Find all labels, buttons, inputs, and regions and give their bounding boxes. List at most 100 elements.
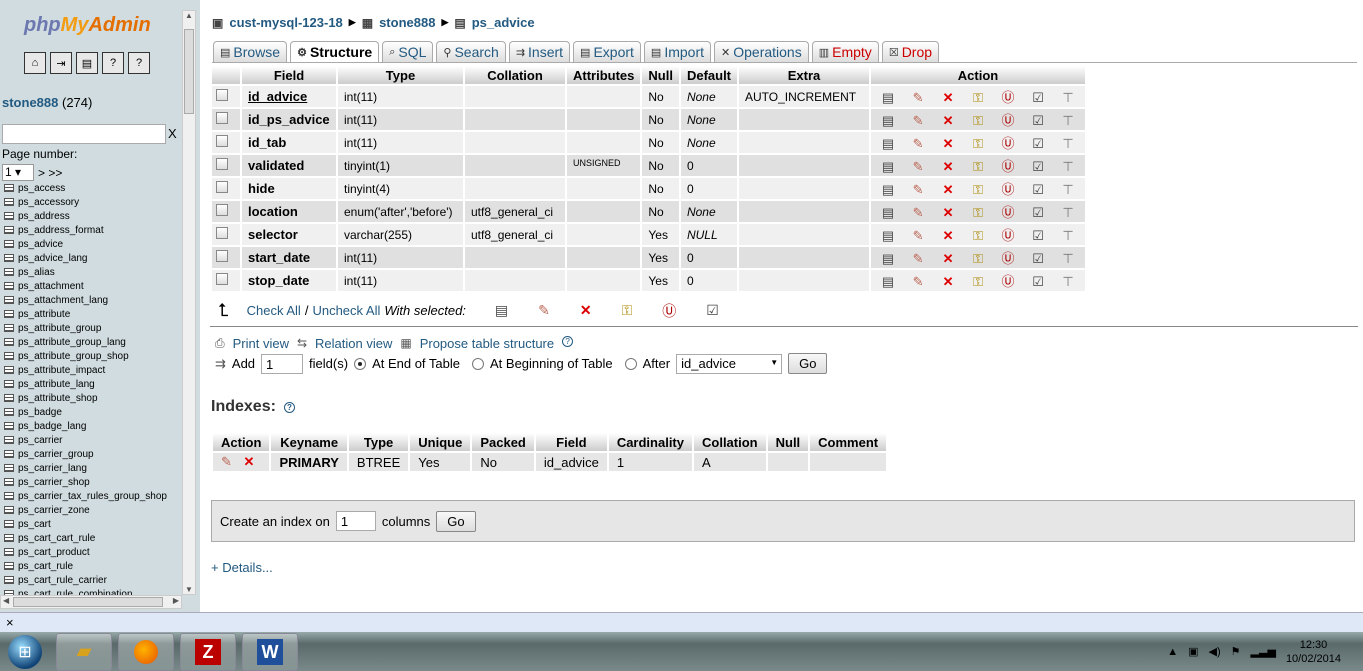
action-center-icon[interactable]: ⚑ — [1231, 645, 1241, 658]
unique-icon[interactable]: Ⓤ — [1000, 156, 1016, 175]
browse-distinct-icon[interactable]: ▤ — [880, 205, 896, 221]
sidebar-table-item[interactable]: ps_alias — [4, 265, 182, 279]
drop-column-icon[interactable]: ✕ — [940, 182, 956, 198]
volume-icon[interactable]: ◀) — [1209, 645, 1221, 658]
sidebar-table-item[interactable]: ps_cart — [4, 517, 182, 531]
database-link[interactable]: stone888 — [2, 95, 58, 110]
help-icon[interactable]: ? — [562, 336, 574, 347]
print-view-link[interactable]: Print view — [233, 336, 289, 351]
field-name[interactable]: location — [242, 201, 336, 222]
sidebar-table-label[interactable]: ps_carrier_tax_rules_group_shop — [18, 491, 167, 502]
header-field[interactable]: Field — [242, 66, 336, 84]
table-icon[interactable] — [4, 380, 14, 388]
breadcrumb-table[interactable]: ps_advice — [472, 15, 535, 30]
index-icon[interactable]: ☑ — [1030, 90, 1046, 106]
tab-drop[interactable]: ☒ Drop — [881, 41, 940, 62]
sidebar-table-label[interactable]: ps_cart_product — [18, 547, 90, 558]
drop-column-icon[interactable]: ✕ — [940, 228, 956, 244]
field-name[interactable]: id_advice — [242, 86, 336, 107]
sidebar-table-item[interactable]: ps_carrier_group — [4, 447, 182, 461]
unique-icon[interactable]: Ⓤ — [1000, 133, 1016, 152]
sidebar-table-label[interactable]: ps_attribute_group — [18, 323, 101, 334]
scrollbar-thumb[interactable] — [184, 29, 194, 114]
details-link[interactable]: + Details... — [211, 560, 273, 575]
end-of-table-label[interactable]: At End of Table — [372, 356, 460, 371]
beginning-of-table-radio[interactable] — [472, 357, 484, 370]
field-name[interactable]: id_ps_advice — [242, 109, 336, 130]
table-icon[interactable] — [4, 198, 14, 206]
sidebar-table-label[interactable]: ps_attachment_lang — [18, 295, 108, 306]
table-icon[interactable] — [4, 534, 14, 542]
primary-key-icon[interactable]: ⚿ — [970, 136, 986, 152]
table-icon[interactable] — [4, 324, 14, 332]
help-icon[interactable]: ? — [128, 52, 150, 74]
sidebar-table-label[interactable]: ps_attribute — [18, 309, 70, 320]
sidebar-table-label[interactable]: ps_attribute_group_shop — [18, 351, 129, 362]
close-icon[interactable]: × — [6, 615, 14, 630]
unique-icon[interactable]: Ⓤ — [1000, 248, 1016, 267]
sidebar-table-label[interactable]: ps_badge_lang — [18, 421, 86, 432]
browse-distinct-icon[interactable]: ▤ — [880, 136, 896, 152]
table-icon[interactable] — [4, 576, 14, 584]
word-taskbar-button[interactable]: W — [242, 632, 298, 671]
sidebar-table-item[interactable]: ps_attachment_lang — [4, 293, 182, 307]
tray-app-icon[interactable]: ▣ — [1188, 645, 1198, 658]
index-icon[interactable]: ☑ — [1030, 205, 1046, 221]
fulltext-icon[interactable]: ⊤ — [1060, 251, 1076, 267]
sidebar-table-item[interactable]: ps_carrier — [4, 433, 182, 447]
fulltext-icon[interactable]: ⊤ — [1060, 113, 1076, 129]
row-checkbox[interactable] — [216, 273, 228, 285]
scrollbar-thumb[interactable] — [13, 597, 163, 607]
sidebar-table-label[interactable]: ps_carrier_lang — [18, 463, 87, 474]
field-name[interactable]: start_date — [242, 247, 336, 268]
change-column-icon[interactable]: ✎ — [910, 228, 926, 244]
sidebar-table-item[interactable]: ps_badge — [4, 405, 182, 419]
index-selected-icon[interactable]: ☑ — [706, 302, 719, 319]
network-icon[interactable]: ▂▃▅ — [1251, 645, 1276, 658]
change-column-icon[interactable]: ✎ — [910, 274, 926, 290]
sidebar-table-item[interactable]: ps_attachment — [4, 279, 182, 293]
primary-key-icon[interactable]: ⚿ — [970, 159, 986, 175]
header-attributes[interactable]: Attributes — [567, 66, 641, 84]
row-checkbox[interactable] — [216, 112, 228, 124]
drop-index-icon[interactable]: ✕ — [244, 454, 255, 469]
sidebar-table-item[interactable]: ps_access — [4, 181, 182, 195]
sidebar-table-label[interactable]: ps_attribute_group_lang — [18, 337, 126, 348]
field-name[interactable]: hide — [242, 178, 336, 199]
change-selected-icon[interactable]: ✎ — [538, 302, 550, 319]
tab-import[interactable]: ▤ Import — [643, 41, 712, 62]
sidebar-horizontal-scrollbar[interactable]: ◀ ▶ — [0, 595, 182, 609]
sidebar-table-label[interactable]: ps_address_format — [18, 225, 104, 236]
field-name[interactable]: validated — [242, 155, 336, 176]
primary-key-icon[interactable]: ⚿ — [970, 228, 986, 244]
table-icon[interactable] — [4, 366, 14, 374]
drop-column-icon[interactable]: ✕ — [940, 113, 956, 129]
header-type[interactable]: Type — [338, 66, 463, 84]
sql-icon[interactable]: ▤ — [76, 52, 98, 74]
check-all-link[interactable]: Check All — [247, 303, 301, 318]
header-null[interactable]: Null — [642, 66, 679, 84]
next-page-link[interactable]: > >> — [38, 166, 62, 180]
sidebar-table-label[interactable]: ps_carrier_group — [18, 449, 94, 460]
add-field-go-button[interactable]: Go — [788, 353, 828, 374]
browse-distinct-icon[interactable]: ▤ — [880, 182, 896, 198]
table-icon[interactable] — [4, 352, 14, 360]
sidebar-table-item[interactable]: ps_cart_cart_rule — [4, 531, 182, 545]
primary-key-icon[interactable]: ⚿ — [970, 274, 986, 290]
fulltext-icon[interactable]: ⊤ — [1060, 228, 1076, 244]
sidebar-table-item[interactable]: ps_cart_rule_carrier — [4, 573, 182, 587]
sidebar-table-label[interactable]: ps_alias — [18, 267, 55, 278]
browse-distinct-icon[interactable]: ▤ — [880, 228, 896, 244]
browse-distinct-icon[interactable]: ▤ — [880, 251, 896, 267]
index-icon[interactable]: ☑ — [1030, 228, 1046, 244]
primary-selected-icon[interactable]: ⚿ — [622, 302, 633, 319]
change-column-icon[interactable]: ✎ — [910, 205, 926, 221]
drop-column-icon[interactable]: ✕ — [940, 251, 956, 267]
table-icon[interactable] — [4, 436, 14, 444]
table-icon[interactable] — [4, 184, 14, 192]
sidebar-table-label[interactable]: ps_attribute_impact — [18, 365, 105, 376]
table-icon[interactable] — [4, 226, 14, 234]
browse-distinct-icon[interactable]: ▤ — [880, 90, 896, 106]
index-icon[interactable]: ☑ — [1030, 159, 1046, 175]
filezilla-taskbar-button[interactable]: Z — [180, 632, 236, 671]
